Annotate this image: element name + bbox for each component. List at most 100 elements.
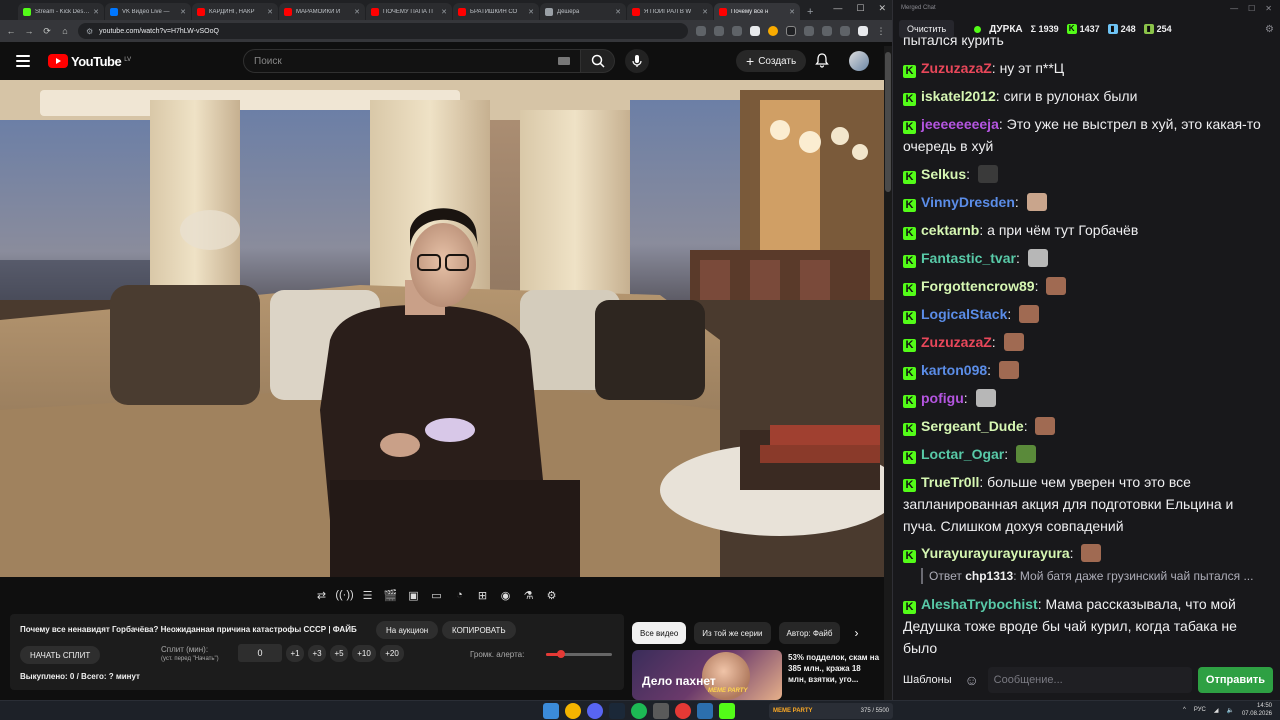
- network-icon[interactable]: ◢: [1214, 707, 1219, 714]
- flask-icon[interactable]: ⚗: [520, 587, 537, 604]
- add-5-button[interactable]: +5: [330, 645, 348, 662]
- clapper-icon[interactable]: 🎬: [382, 587, 399, 604]
- chat-username[interactable]: pofigu: [921, 390, 964, 406]
- youtube-logo[interactable]: YouTube LV: [48, 54, 131, 69]
- kick-app-icon[interactable]: [719, 703, 735, 719]
- avatar[interactable]: [849, 51, 869, 71]
- notifications-bell-icon[interactable]: [815, 53, 829, 68]
- playlist-icon[interactable]: ☰: [359, 587, 376, 604]
- recommended-title[interactable]: 53% подделок, скам на 385 млн., кража 18…: [788, 652, 880, 686]
- chat-username[interactable]: Yurayurayurayurayura: [921, 545, 1070, 561]
- extension-b-icon[interactable]: [768, 26, 778, 36]
- chip-same-series[interactable]: Из той же серии: [694, 622, 771, 644]
- send-button[interactable]: Отправить: [1197, 667, 1273, 693]
- chevron-right-icon[interactable]: ›: [854, 626, 858, 640]
- page-scrollbar[interactable]: [884, 46, 892, 700]
- add-1-button[interactable]: +1: [286, 645, 304, 662]
- add-icon[interactable]: ⊞: [474, 587, 491, 604]
- chat-username[interactable]: Loctar_Ogar: [921, 446, 1004, 462]
- tray-chevron-icon[interactable]: ^: [1183, 707, 1186, 713]
- profile-icon[interactable]: [858, 26, 868, 36]
- cast-icon[interactable]: [714, 26, 724, 36]
- pip-icon[interactable]: ▣: [405, 587, 422, 604]
- tab-close-icon[interactable]: ✕: [615, 8, 621, 16]
- chat-username[interactable]: AleshaTrybochist: [921, 596, 1038, 612]
- menu-icon[interactable]: [16, 55, 30, 67]
- theater-icon[interactable]: ▭: [428, 587, 445, 604]
- start-split-button[interactable]: НАЧАТЬ СПЛИТ: [20, 646, 101, 664]
- download-icon[interactable]: [822, 26, 832, 36]
- chat-username[interactable]: karton098: [921, 362, 987, 378]
- new-tab-button[interactable]: +: [801, 6, 819, 20]
- chat-message-list[interactable]: пытался курить K ZuzuzazaZ: ну эт п**Ц Kis…: [893, 30, 1279, 660]
- extension-c-icon[interactable]: [786, 26, 796, 36]
- tab-close-icon[interactable]: ✕: [93, 8, 99, 16]
- add-20-button[interactable]: +20: [380, 645, 404, 662]
- tab-close-icon[interactable]: ✕: [441, 8, 447, 16]
- copy-button[interactable]: КОПИРОВАТЬ: [442, 621, 516, 639]
- tab-close-icon[interactable]: ✕: [789, 8, 795, 16]
- chat-username[interactable]: ZuzuzazaZ: [921, 334, 992, 350]
- chat-username[interactable]: Sergeant_Dude: [921, 418, 1024, 434]
- chat-username[interactable]: Forgottencrow89: [921, 278, 1035, 294]
- home-icon[interactable]: ⌂: [60, 26, 70, 36]
- chip-all-videos[interactable]: Все видео: [632, 622, 687, 644]
- chat-username[interactable]: TrueTr0ll: [921, 474, 979, 490]
- clock[interactable]: 14:50 07.08.2026: [1242, 702, 1272, 718]
- search-button[interactable]: [581, 49, 615, 73]
- reload-icon[interactable]: ⟳: [42, 26, 52, 37]
- video-player[interactable]: [0, 80, 884, 577]
- browser-tab[interactable]: Дёшёра ✕: [540, 3, 626, 20]
- browser-tab[interactable]: КАРДИНГ, НАКР ✕: [192, 3, 278, 20]
- browser-tab[interactable]: БРАТИШКИН СО ✕: [453, 3, 539, 20]
- browser-tab[interactable]: VK Видео Live — ✕: [105, 3, 191, 20]
- chat-maximize-icon[interactable]: ☐: [1248, 4, 1255, 13]
- chat-username[interactable]: Selkus: [921, 166, 966, 182]
- chat-username[interactable]: iskatel2012: [921, 88, 996, 104]
- tab-close-icon[interactable]: ✕: [702, 8, 708, 16]
- meme-party-widget[interactable]: MEME PARTY 375 / 5500: [769, 703, 893, 719]
- settings-gear-icon[interactable]: ⚙: [543, 587, 560, 604]
- chat-username[interactable]: jeeeeeeeeja: [921, 116, 999, 132]
- site-info-icon[interactable]: ⚙: [86, 27, 93, 36]
- telegram-icon[interactable]: [697, 703, 713, 719]
- recommended-video[interactable]: Дело пахнет MEME PARTY 53% подделок, ска…: [632, 650, 884, 700]
- chat-username[interactable]: VinnyDresden: [921, 194, 1015, 210]
- create-button[interactable]: + Создать: [736, 50, 807, 72]
- split-minutes-input[interactable]: 0: [238, 644, 282, 662]
- chat-username[interactable]: LogicalStack: [921, 306, 1007, 322]
- browser-tab[interactable]: МАРАМОЙКИ И ✕: [279, 3, 365, 20]
- maximize-icon[interactable]: ☐: [856, 3, 864, 14]
- chrome-icon[interactable]: [565, 703, 581, 719]
- zoom-icon[interactable]: [696, 26, 706, 36]
- close-window-icon[interactable]: ✕: [878, 3, 886, 14]
- forward-icon[interactable]: →: [24, 26, 34, 36]
- volume-icon[interactable]: 🔈: [1226, 707, 1233, 714]
- browser-tab[interactable]: Stream - Kick Desktop ✕: [18, 3, 104, 20]
- emoji-icon[interactable]: ☺: [962, 672, 982, 688]
- browser-menu-icon[interactable]: ⋮: [876, 26, 886, 37]
- back-icon[interactable]: ←: [6, 26, 16, 36]
- search-input[interactable]: Поиск: [243, 49, 581, 73]
- loop-icon[interactable]: ⇄: [313, 587, 330, 604]
- reply-quote[interactable]: Ответ chp1313: Мой батя даже грузинский …: [921, 568, 1261, 584]
- message-input[interactable]: Сообщение...: [987, 667, 1192, 693]
- chat-username[interactable]: cektarnb: [921, 222, 979, 238]
- add-3-button[interactable]: +3: [308, 645, 326, 662]
- browser-tab[interactable]: Я ПОИГРАЛ В W ✕: [627, 3, 713, 20]
- templates-button[interactable]: Шаблоны: [899, 674, 956, 686]
- add-10-button[interactable]: +10: [352, 645, 376, 662]
- keyboard-language[interactable]: РУС: [1194, 707, 1206, 713]
- obs-icon[interactable]: [653, 703, 669, 719]
- scrollbar-thumb[interactable]: [885, 52, 891, 192]
- spotify-icon[interactable]: [631, 703, 647, 719]
- sidebar-icon[interactable]: [840, 26, 850, 36]
- alert-volume-knob[interactable]: [556, 650, 565, 658]
- chat-username[interactable]: ZuzuzazaZ: [921, 60, 992, 76]
- screenshot-icon[interactable]: ◉: [497, 587, 514, 604]
- discord-icon[interactable]: [587, 703, 603, 719]
- browser-tab[interactable]: Почему все н ✕: [714, 3, 800, 20]
- speed-icon[interactable]: ◔: [451, 587, 468, 604]
- chip-author[interactable]: Автор: Файб: [778, 622, 841, 644]
- chat-username[interactable]: Fantastic_tvar: [921, 250, 1016, 266]
